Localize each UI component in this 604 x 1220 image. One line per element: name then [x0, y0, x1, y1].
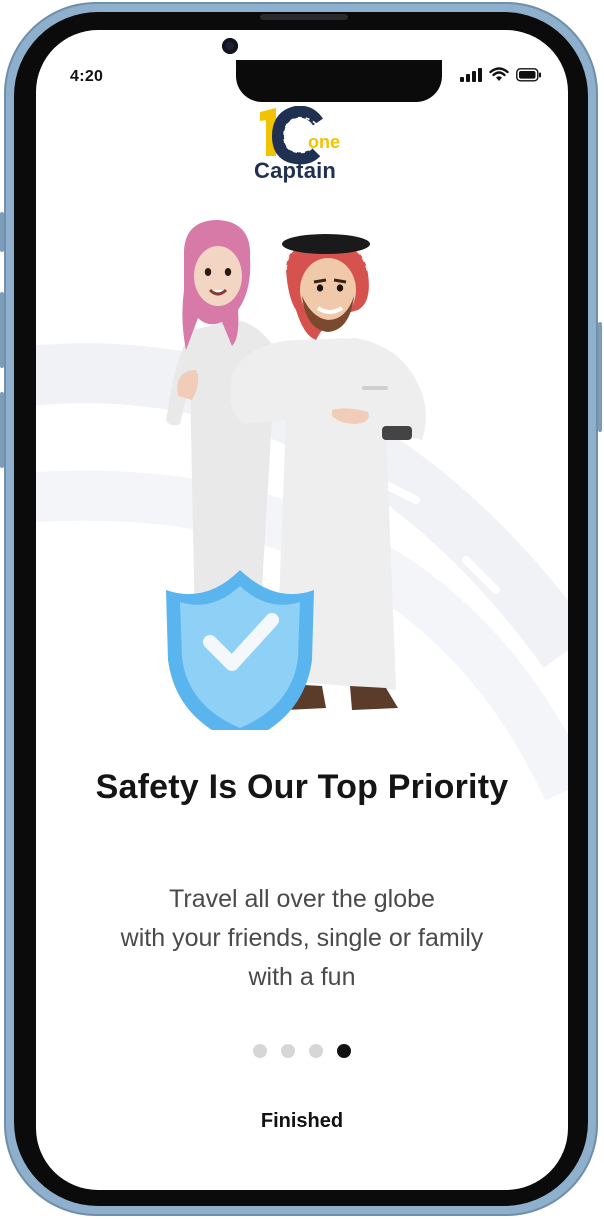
onboarding-title: Safety Is Our Top Priority [95, 768, 509, 806]
description-line-1: Travel all over the globe [169, 885, 435, 913]
logo-mark [260, 105, 323, 165]
volume-up-button [0, 292, 4, 368]
mute-switch [0, 212, 4, 252]
onboarding-illustration [166, 220, 426, 730]
notch [236, 60, 442, 102]
page-dot-1[interactable] [253, 1044, 267, 1058]
power-button [598, 322, 602, 432]
battery-icon [516, 67, 541, 82]
volume-down-button [0, 392, 4, 468]
earpiece-speaker [260, 14, 348, 20]
page-dot-2[interactable] [281, 1044, 295, 1058]
app-logo: one Captain [250, 105, 360, 196]
description-line-2: with your friends, single or family [120, 924, 484, 952]
onboarding-description: Travel all over the globe with your frie… [76, 880, 528, 997]
status-time: 4:20 [70, 68, 104, 85]
status-icons [460, 67, 542, 82]
screen: 4:20 one Captain Safety Is Our Top Prior… [36, 30, 568, 1190]
signal-icon [460, 67, 482, 82]
wifi-icon [489, 67, 509, 81]
description-line-3: with a fun [248, 963, 356, 991]
page-dot-4[interactable] [337, 1044, 351, 1058]
page-indicator [36, 1044, 568, 1058]
logo-accent-text: one [308, 132, 341, 152]
front-camera [222, 38, 238, 54]
page-dot-3[interactable] [309, 1044, 323, 1058]
finish-button[interactable]: Finished [36, 1110, 568, 1133]
logo-text: Captain [254, 158, 337, 183]
